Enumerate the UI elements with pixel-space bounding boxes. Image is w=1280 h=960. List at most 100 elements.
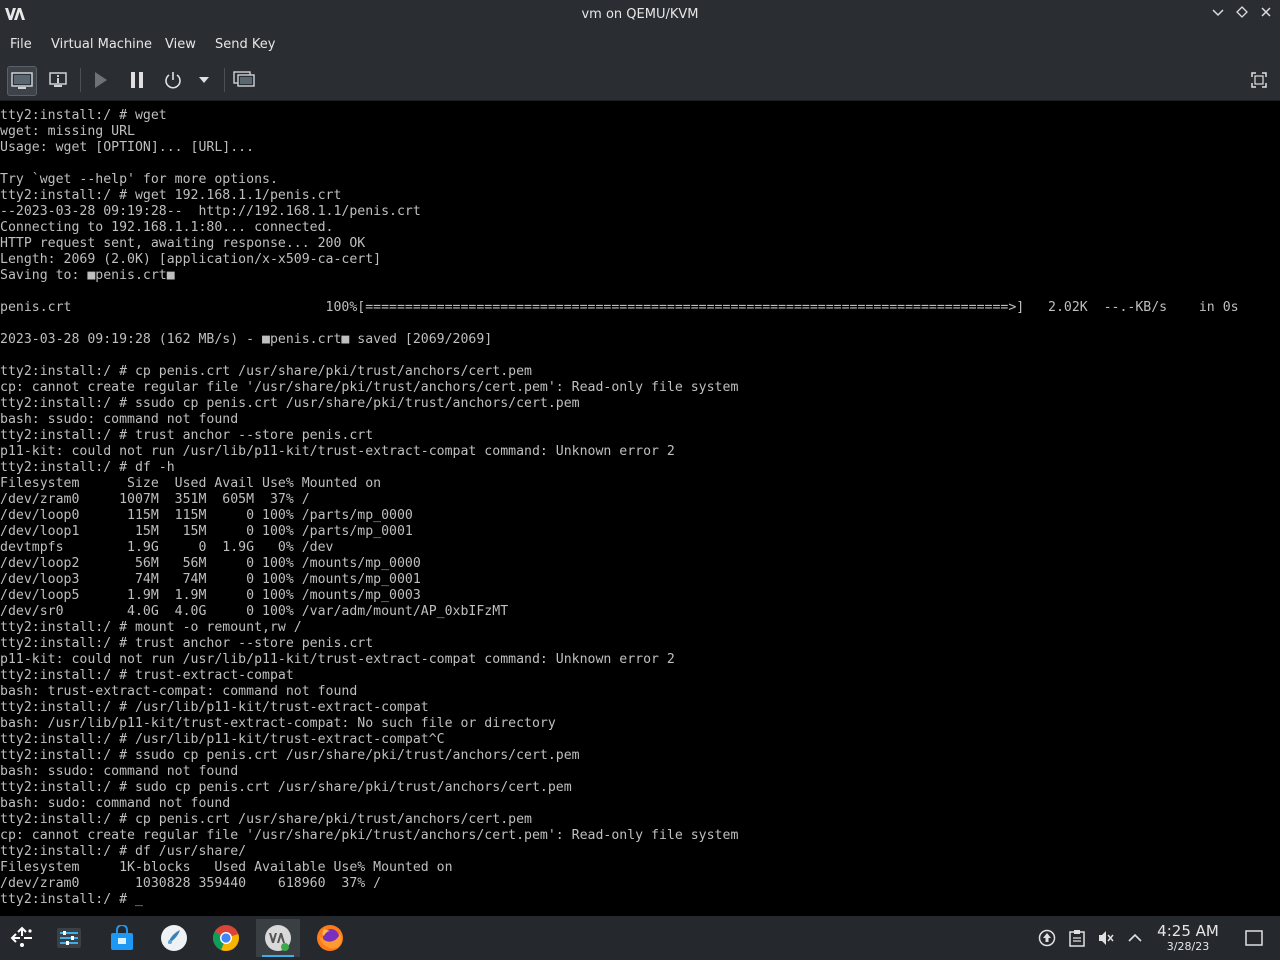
pause-button[interactable] — [123, 66, 151, 94]
terminal-line: tty2:install:/ # df -h — [0, 460, 175, 475]
clipboard-icon — [1069, 930, 1085, 947]
update-icon — [1038, 929, 1056, 947]
terminal-line: bash: trust-extract-compat: command not … — [0, 684, 358, 699]
details-view-button[interactable] — [44, 66, 72, 94]
terminal-cursor: _ — [134, 892, 143, 907]
terminal-line: bash: ssudo: command not found — [0, 764, 239, 779]
terminal-line: tty2:install:/ # /usr/lib/p11-kit/trust-… — [0, 700, 429, 715]
terminal-line: p11-kit: could not run /usr/lib/p11-kit/… — [0, 444, 675, 459]
clock-time: 4:25 AM — [1157, 922, 1219, 940]
app-brush-icon — [161, 925, 187, 951]
terminal-line: /dev/loop1 15M 15M 0 100% /parts/mp_0001 — [0, 524, 413, 539]
firefox-task[interactable] — [308, 919, 352, 957]
menu-view[interactable]: View — [165, 37, 196, 52]
monitor-icon — [11, 72, 33, 89]
terminal-line: penis.crt 100%[=========================… — [0, 300, 1239, 315]
terminal-line: Filesystem 1K-blocks Used Available Use%… — [0, 860, 453, 875]
clipboard-tray-icon[interactable] — [1067, 928, 1087, 948]
virt-manager-task[interactable] — [256, 919, 300, 957]
window-titlebar: vm on QEMU/KVM — [0, 0, 1280, 30]
close-icon — [1261, 7, 1271, 17]
shutdown-menu-button[interactable] — [191, 66, 217, 94]
menu-virtual-machine[interactable]: Virtual Machine — [51, 37, 152, 52]
terminal-line: p11-kit: could not run /usr/lib/p11-kit/… — [0, 652, 675, 667]
terminal-line: tty2:install:/ # sudo cp penis.crt /usr/… — [0, 780, 572, 795]
terminal-line: /dev/loop0 115M 115M 0 100% /parts/mp_00… — [0, 508, 413, 523]
clock-date: 3/28/23 — [1166, 940, 1210, 953]
system-settings-task[interactable] — [47, 919, 91, 957]
firefox-icon — [317, 925, 343, 951]
run-button[interactable] — [86, 66, 114, 94]
chevron-down-icon — [1212, 9, 1224, 17]
terminal-line: /dev/zram0 1007M 351M 605M 37% / — [0, 492, 310, 507]
active-task-indicator — [262, 955, 294, 957]
terminal-line: tty2:install:/ # — [0, 892, 135, 907]
show-hidden-tray-button[interactable] — [1125, 928, 1145, 948]
close-button[interactable] — [1256, 5, 1276, 25]
terminal-line: Saving to: ■penis.crt■ — [0, 268, 175, 283]
terminal-line: Connecting to 192.168.1.1:80... connecte… — [0, 220, 334, 235]
terminal-line: tty2:install:/ # trust-extract-compat — [0, 668, 294, 683]
terminal-line: Filesystem Size Used Avail Use% Mounted … — [0, 476, 382, 491]
discover-store-task[interactable] — [100, 919, 144, 957]
volume-tray-icon[interactable] — [1096, 928, 1116, 948]
maximize-button[interactable] — [1232, 5, 1252, 25]
terminal-output: tty2:install:/ # wget wget: missing URL … — [0, 108, 1239, 908]
terminal-line: tty2:install:/ # ssudo cp penis.crt /usr… — [0, 748, 580, 763]
minimize-button[interactable] — [1208, 5, 1228, 25]
settings-sliders-icon — [57, 928, 81, 948]
terminal-line: tty2:install:/ # wget 192.168.1.1/penis.… — [0, 188, 342, 203]
terminal-line: Length: 2069 (2.0K) [application/x-x509-… — [0, 252, 382, 267]
terminal-line: tty2:install:/ # trust anchor --store pe… — [0, 636, 374, 651]
taskbar: 4:25 AM 3/28/23 — [0, 916, 1280, 960]
vm-console[interactable]: tty2:install:/ # wget wget: missing URL … — [0, 101, 1280, 916]
terminal-line: tty2:install:/ # mount -o remount,rw / — [0, 620, 302, 635]
chevron-up-icon — [1128, 933, 1142, 942]
menu-send-key[interactable]: Send Key — [215, 37, 275, 52]
shutdown-button[interactable] — [159, 66, 187, 94]
terminal-line: /dev/loop2 56M 56M 0 100% /mounts/mp_000… — [0, 556, 421, 571]
updates-tray-icon[interactable] — [1037, 928, 1057, 948]
info-icon — [49, 72, 67, 87]
terminal-line: tty2:install:/ # /usr/lib/p11-kit/trust-… — [0, 732, 445, 747]
terminal-line: tty2:install:/ # cp penis.crt /usr/share… — [0, 812, 532, 827]
terminal-line: devtmpfs 1.9G 0 1.9G 0% /dev — [0, 540, 334, 555]
application-launcher[interactable] — [0, 919, 44, 957]
power-icon — [165, 72, 181, 89]
kde-launcher-icon — [10, 926, 32, 947]
terminal-line: /dev/zram0 1030828 359440 618960 37% / — [0, 876, 382, 891]
chrome-task[interactable] — [204, 919, 248, 957]
terminal-line: tty2:install:/ # cp penis.crt /usr/share… — [0, 364, 532, 379]
menu-bar: File Virtual Machine View Send Key — [0, 30, 1280, 60]
show-desktop-button[interactable] — [1244, 928, 1264, 948]
fullscreen-button[interactable] — [1245, 66, 1273, 94]
terminal-line: tty2:install:/ # ssudo cp penis.crt /usr… — [0, 396, 580, 411]
krita-task[interactable] — [152, 919, 196, 957]
terminal-line: tty2:install:/ # wget — [0, 108, 167, 123]
digital-clock[interactable]: 4:25 AM 3/28/23 — [1152, 922, 1224, 954]
desktop-icon — [1245, 930, 1263, 946]
fullscreen-icon — [1251, 72, 1267, 88]
terminal-line: tty2:install:/ # trust anchor --store pe… — [0, 428, 374, 443]
terminal-line: 2023-03-28 09:19:28 (162 MB/s) - ■penis.… — [0, 332, 493, 347]
play-icon — [95, 72, 107, 88]
terminal-line: /dev/sr0 4.0G 4.0G 0 100% /var/adm/mount… — [0, 604, 509, 619]
volume-muted-icon — [1099, 931, 1114, 945]
menu-file[interactable]: File — [10, 37, 32, 52]
snapshots-button[interactable] — [230, 66, 258, 94]
snapshot-monitor-icon — [233, 71, 255, 87]
shopping-bag-icon — [111, 925, 133, 950]
terminal-line: /dev/loop3 74M 74M 0 100% /mounts/mp_000… — [0, 572, 421, 587]
terminal-line: cp: cannot create regular file '/usr/sha… — [0, 828, 739, 843]
toolbar — [0, 60, 1280, 101]
terminal-line: tty2:install:/ # df /usr/share/ — [0, 844, 247, 859]
terminal-line: Try `wget --help' for more options. — [0, 172, 278, 187]
terminal-line: cp: cannot create regular file '/usr/sha… — [0, 380, 739, 395]
pause-icon — [131, 72, 143, 88]
toolbar-separator — [224, 68, 225, 92]
console-view-button[interactable] — [7, 66, 37, 96]
terminal-line: Usage: wget [OPTION]... [URL]... — [0, 140, 255, 155]
virt-manager-icon — [265, 925, 291, 951]
terminal-line: bash: sudo: command not found — [0, 796, 231, 811]
toolbar-separator — [80, 68, 81, 92]
